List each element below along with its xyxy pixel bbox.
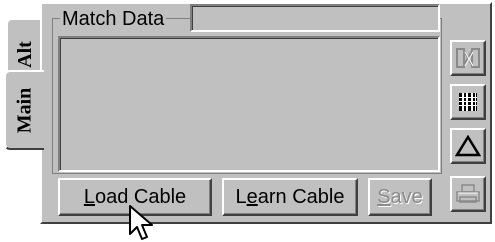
tab-main[interactable]: Main (4, 70, 44, 150)
learn-cable-button[interactable]: Le arn Cable (222, 178, 358, 216)
match-name-field[interactable] (190, 4, 440, 32)
barcode-list-button[interactable] (450, 84, 486, 120)
arrow-pointer-icon (129, 205, 153, 240)
print-button[interactable] (450, 176, 486, 212)
tab-main-label: Main (13, 87, 36, 133)
save-button[interactable]: Save (368, 178, 432, 216)
delta-triangle-icon (455, 135, 481, 157)
tab-alt-label: Alt (13, 40, 36, 68)
barcode-list-icon (459, 93, 477, 111)
printer-icon (456, 184, 480, 203)
delta-button[interactable] (450, 128, 486, 164)
match-compare-button[interactable] (450, 40, 486, 76)
match-data-title: Match Data (60, 8, 167, 30)
match-compare-icon (456, 48, 480, 68)
match-data-list[interactable] (58, 36, 440, 172)
